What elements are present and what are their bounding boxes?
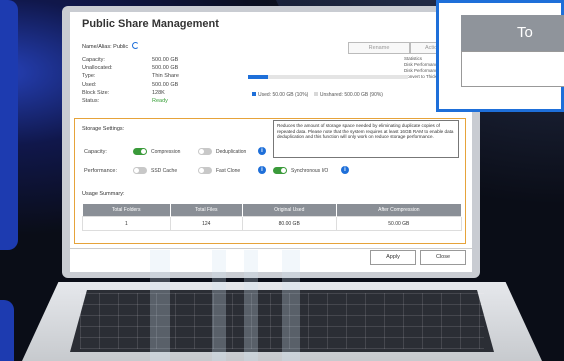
- used-swatch: [252, 92, 256, 96]
- property-key: Type:: [82, 73, 96, 80]
- share-properties: Capacity: 500.00 GB Unallocated: 500.00 GB…: [82, 56, 222, 105]
- used-label: Used: 50.00 GB (10%): [258, 92, 309, 98]
- property-value: 500.00 GB: [152, 65, 179, 72]
- compression-label: Compression: [151, 149, 181, 155]
- popup-table-fragment: To: [436, 0, 564, 112]
- storage-settings-title: Storage Settings:: [82, 126, 125, 132]
- table-cell: 50.00 GB: [335, 216, 463, 231]
- table-cell: 124: [169, 216, 243, 231]
- property-key: Unallocated:: [82, 65, 113, 72]
- property-value: 128K: [152, 89, 165, 96]
- deduplication-label: Deduplication: [216, 149, 247, 155]
- synchronous-io-toggle[interactable]: [273, 167, 287, 174]
- overlay-bar: [282, 250, 300, 361]
- usage-summary-title: Usage Summary:: [82, 191, 125, 197]
- info-icon[interactable]: i: [341, 166, 349, 174]
- info-icon[interactable]: i: [258, 166, 266, 174]
- share-name: Name/Alias: Public: [82, 42, 139, 50]
- overlay-bar: [150, 250, 170, 361]
- synchronous-io-label: Synchronous I/O: [291, 168, 329, 174]
- usage-bar: [248, 75, 408, 79]
- toggle-knob: [134, 168, 139, 173]
- footer-divider: [70, 248, 472, 249]
- property-value: Thin Share: [152, 73, 179, 80]
- property-row: Capacity: 500.00 GB: [82, 56, 222, 64]
- table-cell: 1: [82, 216, 171, 231]
- overlay-bar: [244, 250, 258, 361]
- apply-button[interactable]: Apply: [370, 250, 416, 265]
- column-header: Total Folders: [82, 204, 171, 217]
- ssd-cache-label: SSD Cache: [151, 168, 178, 174]
- property-row: Used: 500.00 GB: [82, 81, 222, 89]
- window-title: Public Share Management: [82, 18, 219, 30]
- property-key: Status:: [82, 98, 100, 105]
- property-key: Used:: [82, 81, 97, 88]
- deduplication-note: Reduces the amount of storage space need…: [273, 120, 459, 158]
- toggle-knob: [199, 149, 204, 154]
- close-button[interactable]: Close: [420, 250, 466, 265]
- ssd-cache-toggle[interactable]: [133, 167, 147, 174]
- compression-toggle[interactable]: [133, 148, 147, 155]
- background-accent-bottom: [0, 300, 14, 361]
- deduplication-toggle[interactable]: [198, 148, 212, 155]
- background-accent: [0, 0, 18, 250]
- status-badge: Ready: [152, 98, 168, 105]
- property-value: 500.00 GB: [152, 57, 179, 63]
- overlay-bar: [212, 250, 226, 361]
- share-name-label: Name/Alias: Public: [82, 44, 129, 50]
- performance-label: Performance:: [84, 168, 118, 174]
- info-icon[interactable]: i: [258, 147, 266, 155]
- usage-bar-fill: [248, 75, 268, 79]
- column-header: After Compression: [336, 204, 463, 217]
- popup-header: To: [461, 15, 564, 51]
- table-cell: 80.00 GB: [241, 216, 337, 231]
- laptop-screen: Public Share Management Name/Alias: Publ…: [70, 12, 472, 272]
- column-header: Total Files: [170, 204, 243, 217]
- table-row: 1 124 80.00 GB 50.00 GB: [82, 216, 463, 231]
- toggle-knob: [281, 168, 286, 173]
- actions-menu: Statistics Disk Performance Disk Perform…: [404, 56, 440, 80]
- popup-cell: [461, 51, 564, 87]
- column-header: Original Used: [242, 204, 337, 217]
- unshared-swatch: [313, 92, 318, 96]
- usage-summary-table: Total Folders Total Files Original Used …: [82, 204, 463, 231]
- usage-legend: Used: 50.00 GB (10%) Unshared: 500.00 GB…: [252, 92, 383, 98]
- property-key: Block Size:: [82, 89, 110, 96]
- property-key: Capacity:: [82, 57, 105, 63]
- fast-clone-toggle[interactable]: [198, 167, 212, 174]
- unshared-label: Unshared: 500.00 GB (90%): [319, 92, 383, 98]
- rename-button[interactable]: Rename: [348, 42, 410, 54]
- refresh-icon[interactable]: [131, 42, 139, 49]
- property-value: 500.00 GB: [152, 81, 179, 88]
- table-header-row: Total Folders Total Files Original Used …: [82, 204, 463, 217]
- capacity-label: Capacity:: [84, 149, 107, 155]
- toggle-knob: [199, 168, 204, 173]
- property-row: Status: Ready: [82, 97, 222, 105]
- property-row: Block Size: 128K: [82, 89, 222, 97]
- fast-clone-label: Fast Clone: [216, 168, 241, 174]
- menu-item[interactable]: Convert to Thick: [404, 74, 440, 80]
- toggle-knob: [141, 149, 146, 154]
- property-row: Unallocated: 500.00 GB: [82, 64, 222, 72]
- property-row: Type: Thin Share: [82, 72, 222, 80]
